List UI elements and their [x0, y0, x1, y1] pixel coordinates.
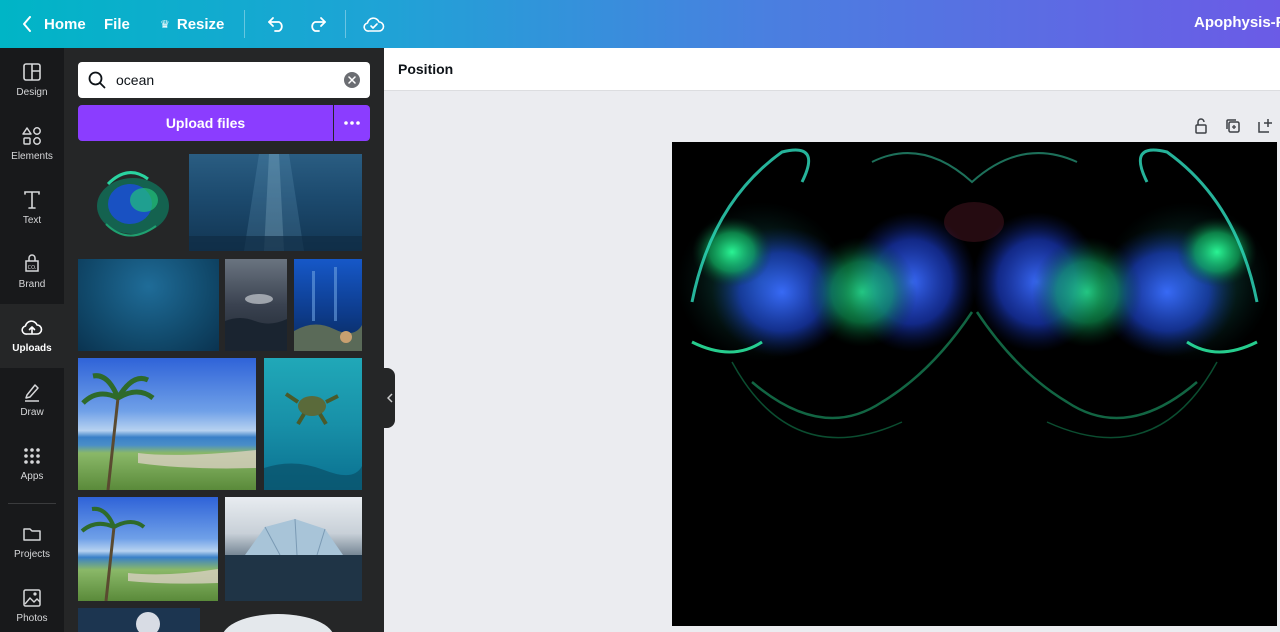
upload-thumbnail-beach-palms-2[interactable] [78, 497, 218, 601]
folder-icon [23, 528, 41, 541]
rail-item-design[interactable]: Design [0, 48, 64, 112]
fractal-artwork-image [677, 148, 1272, 439]
rail-item-uploads[interactable]: Uploads [0, 304, 64, 368]
search-input[interactable] [116, 72, 336, 88]
lock-icon [1195, 118, 1207, 134]
upload-thumbnail-moon[interactable] [78, 608, 200, 632]
brand-icon: CO. [25, 254, 39, 272]
fractal-fish-image [97, 171, 169, 237]
text-icon [24, 191, 40, 209]
design-page[interactable] [672, 142, 1277, 626]
duplicate-page-button[interactable] [1220, 114, 1246, 138]
redo-button[interactable] [297, 4, 337, 44]
grid-icon [24, 448, 40, 464]
uploads-panel: Upload files [64, 48, 384, 632]
upload-group: Upload files [78, 105, 370, 141]
rail-item-apps[interactable]: Apps [0, 432, 64, 496]
upload-thumbnail-beach-palms[interactable] [78, 358, 256, 490]
upload-files-button[interactable]: Upload files [78, 105, 333, 141]
page-tools [1188, 114, 1280, 138]
undo-icon [268, 17, 284, 32]
rail-label-brand: Brand [18, 279, 46, 290]
rail-item-projects[interactable]: Projects [0, 510, 64, 574]
toolbar-divider [244, 10, 246, 38]
lock-page-button[interactable] [1188, 114, 1214, 138]
position-button[interactable]: Position [398, 48, 453, 91]
bowl-image [223, 614, 333, 632]
resize-button[interactable]: ♛ Resize [160, 0, 224, 48]
redo-icon [311, 17, 327, 32]
image-icon [23, 589, 41, 607]
rail-label-uploads: Uploads [12, 343, 52, 354]
rail-label-apps: Apps [20, 471, 44, 482]
upload-thumbnail-underwater-ruins[interactable] [294, 259, 362, 351]
rail-item-draw[interactable]: Draw [0, 368, 64, 432]
svg-text:CO.: CO. [28, 265, 37, 271]
search-icon [88, 71, 106, 89]
more-horizontal-icon [344, 121, 360, 125]
add-page-icon [1258, 119, 1272, 133]
home-button[interactable]: Home [0, 0, 104, 48]
upload-thumbnail-stormy-sea[interactable] [225, 259, 287, 351]
beach-palms-2-image [80, 506, 218, 601]
top-bar: Home File ♛ Resize Apophysis-Rec [0, 0, 1280, 48]
file-label: File [104, 15, 130, 33]
upload-thumbnail-bowl[interactable] [214, 612, 342, 632]
file-menu-button[interactable]: File [104, 0, 154, 48]
pen-icon [25, 384, 39, 402]
left-rail: Design Elements Text CO. Brand Uploads D… [0, 48, 64, 632]
document-title[interactable]: Apophysis-Rec [1194, 0, 1280, 48]
underwater-ruins-image [294, 267, 362, 351]
chevron-left-icon [23, 16, 31, 32]
rail-label-photos: Photos [16, 613, 48, 624]
home-label: Home [44, 15, 86, 33]
cloud-upload-icon [21, 320, 43, 335]
close-icon [348, 76, 356, 84]
upload-thumbnail-iceberg[interactable] [225, 497, 362, 601]
undo-button[interactable] [257, 4, 297, 44]
search-box[interactable] [78, 62, 370, 98]
editor-toolbar: Position [384, 48, 1280, 91]
sea-turtle-image [264, 392, 362, 490]
upload-thumbnail-sea-turtle[interactable] [264, 358, 362, 490]
moon-image [136, 612, 160, 632]
layout-icon [23, 63, 41, 81]
upload-thumbnail-fractal-fish[interactable] [78, 154, 183, 251]
upload-thumbnail-deep-blue[interactable] [78, 259, 219, 351]
rail-item-brand[interactable]: CO. Brand [0, 240, 64, 304]
rail-label-elements: Elements [11, 151, 53, 162]
duplicate-icon [1226, 119, 1240, 133]
rail-divider [8, 503, 56, 504]
iceberg-image [225, 518, 362, 601]
rail-item-text[interactable]: Text [0, 176, 64, 240]
upload-thumbnail-underwater-rays[interactable] [189, 154, 362, 251]
rail-label-projects: Projects [13, 549, 51, 560]
rail-item-elements[interactable]: Elements [0, 112, 64, 176]
resize-label: Resize [176, 15, 225, 33]
add-page-button[interactable] [1252, 114, 1278, 138]
chevron-left-icon [386, 393, 393, 403]
beach-palms-image [81, 373, 256, 490]
rail-item-photos[interactable]: Photos [0, 574, 64, 632]
underwater-rays-image [189, 154, 362, 251]
clear-search-button[interactable] [344, 72, 360, 88]
stormy-sea-image [225, 294, 287, 351]
toolbar-divider [345, 10, 347, 38]
shapes-icon [22, 127, 41, 145]
upload-more-button[interactable] [334, 105, 370, 141]
collapse-panel-handle[interactable] [384, 368, 395, 428]
rail-label-text: Text [22, 215, 42, 226]
cloud-check-icon [363, 17, 385, 32]
crown-icon: ♛ [160, 18, 170, 31]
rail-label-design: Design [16, 87, 48, 98]
cloud-save-button[interactable] [354, 4, 394, 44]
rail-label-draw: Draw [20, 407, 44, 418]
